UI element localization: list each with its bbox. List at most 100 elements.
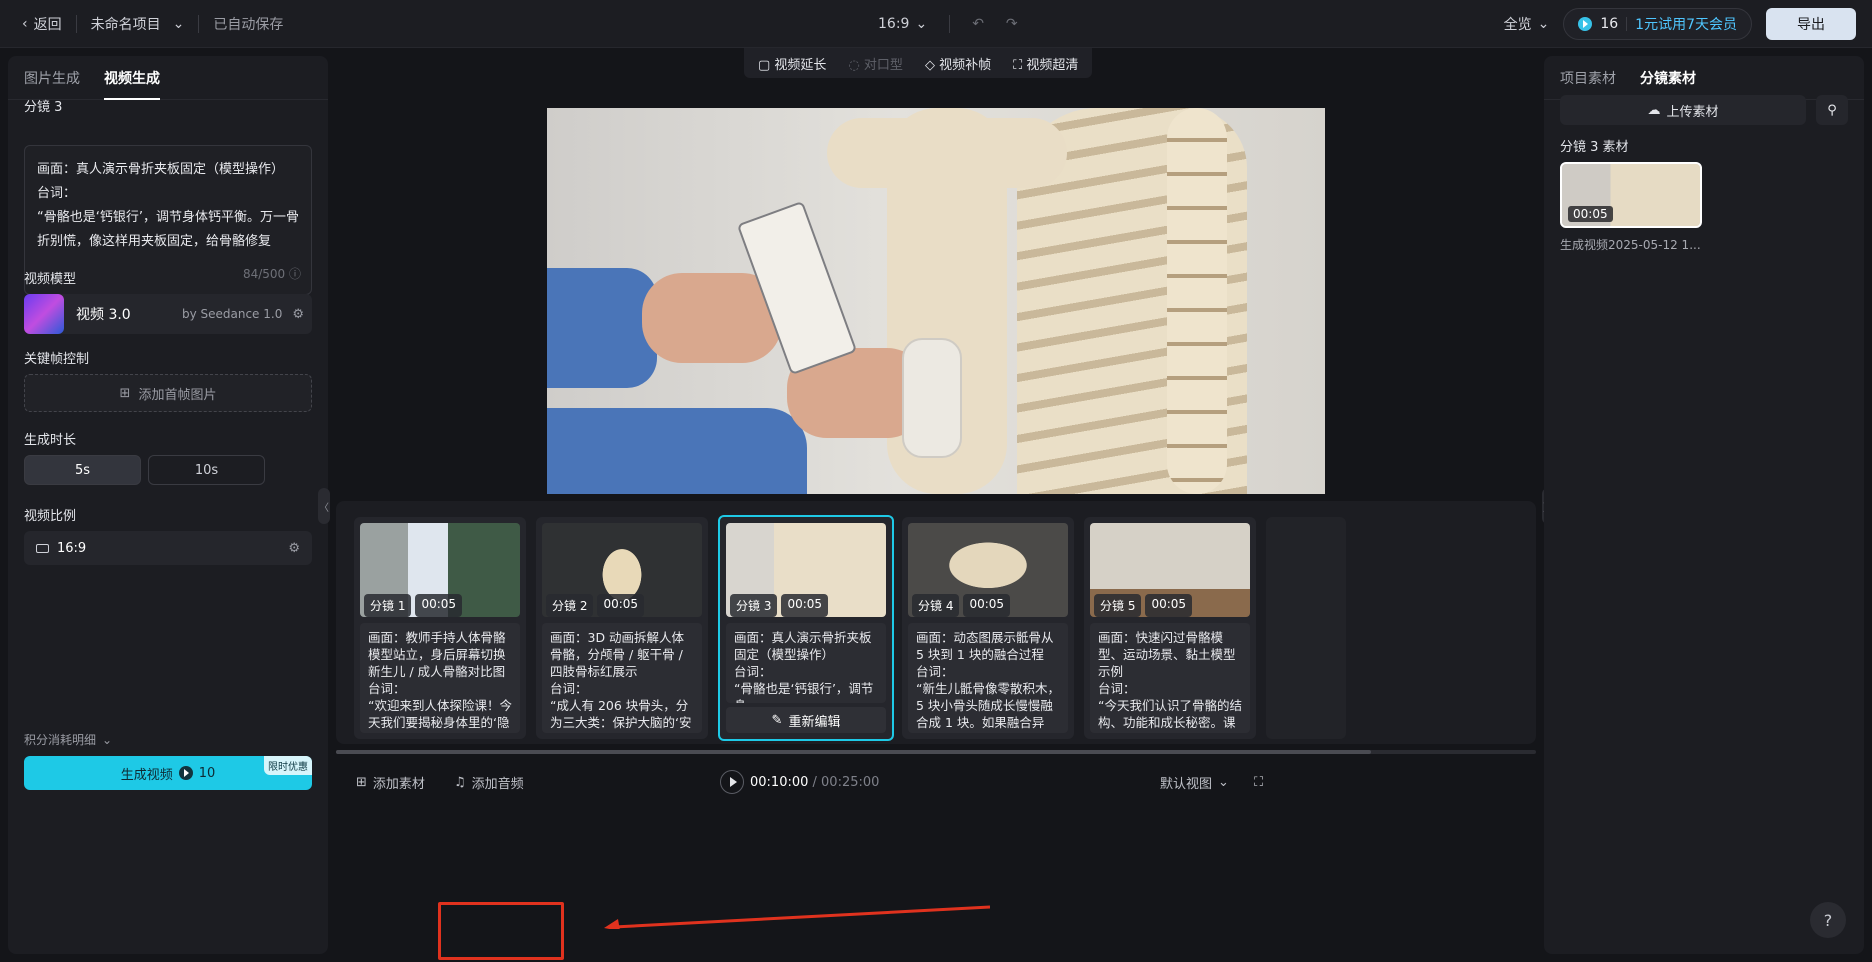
prompt-line: 台词：: [37, 186, 77, 201]
left-panel-collapse-handle[interactable]: 〈: [318, 488, 330, 524]
ratio-selector[interactable]: 16:9 ⚙: [24, 531, 312, 565]
filter-icon[interactable]: ⚲: [1816, 95, 1848, 125]
top-bar: ‹ 返回 未命名项目 ⌄ 已自动保存 16:9 ⌄ ↶ ↷ 全览 ⌄ 16 1元…: [0, 0, 1872, 48]
storyboard-scrollbar[interactable]: [336, 750, 1536, 754]
card-badge: 分镜 3 00:05: [730, 594, 829, 617]
super-resolution-button[interactable]: ⛶ 视频超清: [1013, 54, 1078, 73]
highlight-box: [438, 902, 564, 960]
card-badge: 分镜 2 00:05: [546, 594, 645, 617]
add-image-icon: ⊞: [356, 774, 367, 790]
card-badge: 分镜 1 00:05: [364, 594, 463, 617]
credits-pill[interactable]: 16 1元试用7天会员: [1563, 8, 1752, 40]
divider: [949, 15, 951, 33]
annotation-arrow: [604, 905, 990, 929]
card-description: 画面：教师手持人体骨骼模型站立，身后屏幕切换新生儿 / 成人骨骼对比图 台词： …: [360, 623, 520, 733]
settings-sliders-icon[interactable]: ⚙: [292, 307, 304, 322]
edit-icon: ✎: [771, 712, 783, 728]
duration-10s-button[interactable]: 10s: [148, 455, 265, 485]
play-button[interactable]: [720, 770, 744, 794]
settings-sliders-icon[interactable]: ⚙: [288, 541, 300, 556]
storyboard-card-2[interactable]: 分镜 2 00:05 画面：3D 动画拆解人体骨骼，分颅骨 / 躯干骨 / 四肢骨…: [536, 517, 708, 739]
model-selector[interactable]: 视频 3.0 by Seedance 1.0 ⚙: [24, 294, 312, 334]
storyboard-card-3[interactable]: 分镜 3 00:05 画面：真人演示骨折夹板固定（模型操作） 台词： “骨骼也是‘…: [718, 515, 894, 741]
add-image-icon: ⊞: [119, 385, 131, 401]
info-icon: ⓘ: [288, 267, 301, 281]
redo-icon[interactable]: ↷: [1006, 16, 1018, 32]
ratio-rect-icon: [36, 543, 49, 553]
arm-sleeve: [547, 268, 657, 388]
divider: [198, 15, 200, 33]
music-note-icon: ♫: [454, 774, 466, 790]
export-button[interactable]: 导出: [1766, 8, 1856, 40]
autosave-status: 已自动保存: [213, 17, 284, 33]
storyboard-card-5[interactable]: 分镜 5 00:05 画面：快速闪过骨骼模型、运动场景、黏土模型示例 台词： “今…: [1084, 517, 1256, 739]
back-button[interactable]: ‹ 返回: [22, 14, 62, 34]
prompt-line: 画面：真人演示骨折夹板固定（模型操作）: [37, 162, 285, 177]
duration-label: 生成时长: [24, 433, 77, 448]
storyboard-card-4[interactable]: 分镜 4 00:05 画面：动态图展示骶骨从 5 块到 1 块的融合过程 台词： …: [902, 517, 1074, 739]
divider: [75, 15, 77, 33]
tab-project-materials[interactable]: 项目素材: [1560, 56, 1616, 100]
diamond-icon: ◇: [924, 57, 940, 73]
material-name: 生成视频2025-05-12 1...: [1560, 238, 1701, 252]
playback-controls: 00:10:00 / 00:25:00: [720, 770, 879, 794]
card-description: 画面：快速闪过骨骼模型、运动场景、黏土模型示例 台词： “今天我们认识了骨骼的结…: [1090, 623, 1250, 733]
cloud-upload-icon: ☁: [1647, 102, 1661, 118]
credit-count: 16: [1600, 16, 1619, 32]
add-material-button[interactable]: ⊞ 添加素材: [356, 773, 425, 792]
card-description: 画面：真人演示骨折夹板固定（模型操作） 台词： “骨骼也是‘钙银行’，调节身: [726, 623, 886, 703]
vip-trial-link[interactable]: 1元试用7天会员: [1635, 14, 1737, 34]
model-name: 视频 3.0: [76, 307, 131, 323]
tab-video-generation[interactable]: 视频生成: [104, 56, 160, 100]
tab-storyboard-materials[interactable]: 分镜素材: [1640, 56, 1696, 100]
time-display: 00:10:00 / 00:25:00: [750, 774, 880, 790]
timeline-bar: ⊞ 添加素材 ♫ 添加音频 00:10:00 / 00:25:00 默认视图 ⌄…: [336, 762, 1536, 802]
fullscreen-icon[interactable]: ⛶: [1254, 775, 1263, 790]
scrollbar-thumb[interactable]: [336, 750, 1371, 754]
chevron-down-icon: ⌄: [172, 16, 185, 32]
video-preview[interactable]: [547, 108, 1325, 494]
skeleton-shoulder: [827, 118, 1067, 188]
center-workspace: ▢ 视频延长 ◌ 对口型 ◇ 视频补帧 ⛶ 视频超清 ⌄ 分镜 100:05 画…: [336, 48, 1544, 954]
material-thumbnail[interactable]: 00:05: [1560, 162, 1702, 228]
frame-interpolation-button[interactable]: ◇ 视频补帧: [925, 54, 991, 73]
chevron-down-icon: ⌄: [1537, 16, 1550, 32]
storyboard-card-1[interactable]: 分镜 1 00:05 画面：教师手持人体骨骼模型站立，身后屏幕切换新生儿 / 成人…: [354, 517, 526, 739]
section-title: 分镜 3 素材: [1560, 140, 1629, 155]
undo-icon[interactable]: ↶: [972, 16, 984, 32]
chevron-left-icon: ‹: [22, 16, 28, 32]
card-description: 画面：动态图展示骶骨从 5 块到 1 块的融合过程 台词： “新生儿骶骨像零散积…: [908, 623, 1068, 733]
upload-material-button[interactable]: ☁ 上传素材: [1560, 95, 1806, 125]
card-badge: 分镜 5 00:05: [1094, 594, 1193, 617]
project-name-dropdown[interactable]: 未命名项目 ⌄: [91, 14, 185, 34]
storyboard-strip: 分镜 1 00:05 画面：教师手持人体骨骼模型站立，身后屏幕切换新生儿 / 成人…: [336, 501, 1536, 744]
duration-5s-button[interactable]: 5s: [24, 455, 141, 485]
lips-icon: ◌: [848, 57, 864, 73]
default-view-dropdown[interactable]: 默认视图 ⌄: [1160, 773, 1229, 792]
skeleton-spine: [1167, 108, 1227, 494]
credit-consumption-details[interactable]: 积分消耗明细 ⌄: [24, 731, 112, 748]
hd-icon: ⛶: [1013, 57, 1027, 73]
generate-video-button[interactable]: 生成视频 10 限时优惠: [24, 756, 312, 790]
view-dropdown[interactable]: 全览 ⌄: [1504, 14, 1550, 34]
video-extend-button[interactable]: ▢ 视频延长: [758, 54, 826, 73]
re-edit-button[interactable]: ✎ 重新编辑: [726, 707, 886, 733]
bandage: [902, 338, 962, 458]
add-audio-button[interactable]: ♫ 添加音频: [454, 773, 524, 792]
credit-icon: [178, 766, 193, 780]
help-button[interactable]: ?: [1810, 902, 1846, 938]
lipsync-button[interactable]: ◌ 对口型: [848, 54, 903, 73]
keyframe-label: 关键帧控制: [24, 352, 90, 367]
prompt-line: “骨骼也是‘钙银行’，调节身体钙平衡。万一骨折别慌，像这样用夹板固定，给骨骼修复: [37, 210, 299, 249]
model-thumbnail: [24, 294, 64, 334]
card-description: 画面：3D 动画拆解人体骨骼，分颅骨 / 躯干骨 / 四肢骨标红展示 台词： “…: [542, 623, 702, 733]
add-storyboard-card[interactable]: [1266, 517, 1346, 739]
model-label: 视频模型: [24, 272, 77, 287]
card-badge: 分镜 4 00:05: [912, 594, 1011, 617]
add-first-frame-button[interactable]: ⊞ 添加首帧图片: [24, 374, 312, 412]
ratio-dropdown[interactable]: 16:9 ⌄: [878, 16, 927, 32]
tab-image-generation[interactable]: 图片生成: [24, 56, 80, 100]
left-panel: 图片生成 视频生成 分镜 3 画面：真人演示骨折夹板固定（模型操作） 台词： “…: [8, 56, 328, 954]
chevron-down-icon: ⌄: [102, 732, 113, 747]
divider: [1626, 17, 1628, 31]
